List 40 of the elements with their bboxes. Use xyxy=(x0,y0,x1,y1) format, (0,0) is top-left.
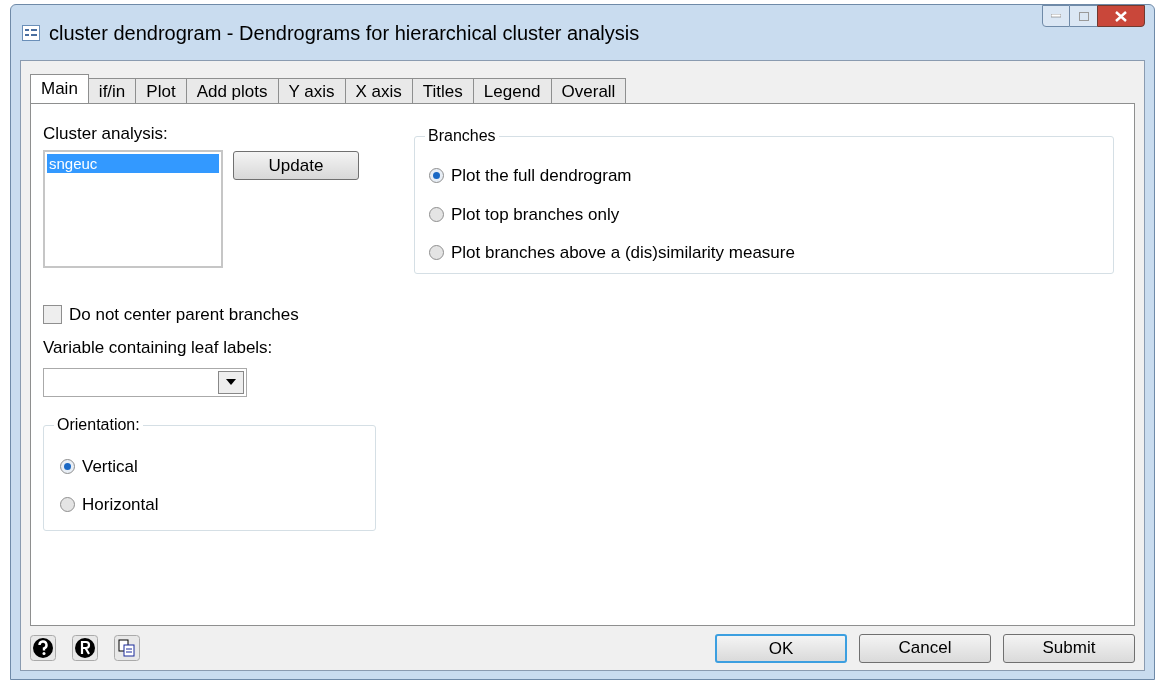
tab[interactable]: Overall xyxy=(550,78,627,104)
update-button[interactable]: Update xyxy=(233,151,359,181)
tab[interactable]: Add plots xyxy=(185,78,279,104)
checkbox-label: Do not center parent branches xyxy=(69,304,299,327)
field-label: Variable containing leaf labels: xyxy=(43,337,274,358)
field-label: Cluster analysis: xyxy=(43,124,169,145)
maximize-icon xyxy=(1078,11,1089,21)
dialog-button[interactable]: Submit xyxy=(1003,633,1135,663)
close-button[interactable] xyxy=(1097,5,1145,27)
radio-label: Plot top branches only xyxy=(451,203,620,226)
close-icon xyxy=(1115,10,1127,22)
minimize-button[interactable] xyxy=(1042,5,1070,27)
radio-button[interactable] xyxy=(60,497,75,513)
maximize-button[interactable] xyxy=(1070,5,1097,27)
radio-button[interactable] xyxy=(429,206,444,222)
window-icon xyxy=(22,24,40,41)
radio-label: Plot branches above a (dis)similarity measure xyxy=(451,242,795,265)
minimize-icon xyxy=(1051,14,1061,18)
tab[interactable]: Titles xyxy=(411,78,474,104)
dropdown-arrow-button[interactable] xyxy=(218,370,244,394)
tab[interactable]: Main xyxy=(30,74,89,104)
tab[interactable]: X axis xyxy=(344,78,413,104)
window-title: cluster dendrogram - Dendrograms for hierarchical cluster analysis xyxy=(49,20,640,46)
tab[interactable]: Plot xyxy=(135,78,187,104)
radio-button[interactable] xyxy=(429,245,444,261)
tab[interactable]: if/in xyxy=(87,78,137,104)
help-icon xyxy=(30,635,56,662)
dialog-button[interactable]: Cancel xyxy=(859,633,991,663)
radio-label: Vertical xyxy=(82,455,138,478)
tab[interactable]: Y axis xyxy=(277,78,346,104)
checkbox[interactable] xyxy=(43,305,62,325)
radio-label: Horizontal xyxy=(82,494,159,517)
radio-button[interactable] xyxy=(60,458,75,474)
tab[interactable]: Legend xyxy=(472,78,552,104)
radio-button[interactable] xyxy=(429,168,444,184)
reset-icon xyxy=(72,635,98,662)
dialog-button[interactable]: OK xyxy=(715,633,847,663)
copy-icon xyxy=(114,635,140,662)
radio-label: Plot the full dendrogram xyxy=(451,165,632,188)
caret-icon xyxy=(226,379,236,386)
